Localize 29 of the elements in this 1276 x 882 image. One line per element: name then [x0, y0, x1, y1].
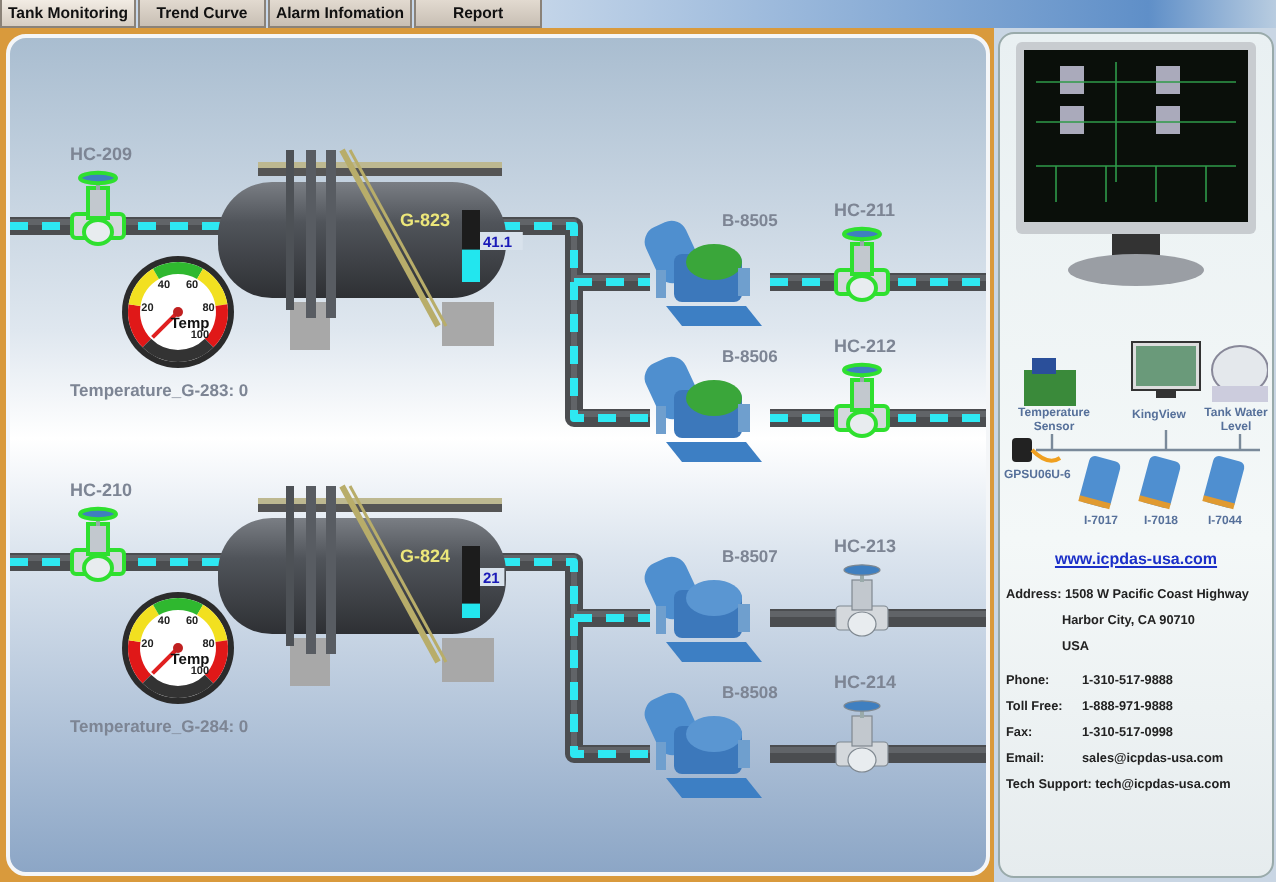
water-tank-drawing	[1211, 345, 1268, 402]
valve-drawing[interactable]	[70, 506, 126, 582]
valve-drawing[interactable]	[835, 564, 889, 637]
temperature-reading: Temperature_G-283: 0	[70, 382, 249, 399]
valve-drawing[interactable]	[834, 226, 890, 302]
power-adapter-icon	[1012, 438, 1061, 463]
tank-label: G-823	[400, 212, 451, 230]
valve-label: HC-209	[70, 146, 133, 164]
valve-label: HC-210	[70, 482, 133, 500]
valve-label: HC-212	[834, 338, 897, 356]
website-link[interactable]: www.icpdas-usa.com	[1054, 550, 1218, 568]
valve-label: HC-214	[834, 674, 897, 692]
pump-label: B-8505	[722, 212, 778, 229]
temperature-sensor-drawing	[1024, 358, 1076, 406]
gauge-dial	[122, 592, 234, 704]
level-gauge	[462, 546, 480, 618]
computer-monitor-icon	[1131, 341, 1201, 398]
valve-drawing[interactable]	[834, 362, 890, 438]
valve-label: HC-211	[834, 202, 896, 220]
valve-drawing[interactable]	[70, 170, 126, 246]
pump-label: B-8508	[722, 684, 778, 701]
valve-label: HC-213	[834, 538, 897, 556]
tank-label: G-824	[400, 548, 451, 566]
pump-label: B-8507	[722, 548, 778, 565]
pump-label: B-8506	[722, 348, 778, 365]
valve-drawing[interactable]	[835, 700, 889, 773]
temperature-reading: Temperature_G-284: 0	[70, 718, 249, 735]
gauge-dial	[122, 256, 234, 368]
level-gauge	[462, 210, 480, 282]
